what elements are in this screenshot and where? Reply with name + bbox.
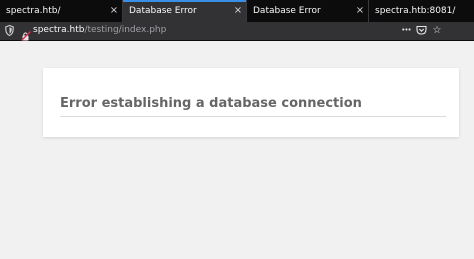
navigation-toolbar: spectra.htb/testing/index.php ••• ☆	[0, 22, 474, 41]
error-card: Error establishing a database connection	[43, 68, 459, 137]
url-path: /testing/index.php	[84, 25, 167, 35]
tab-title: Database Error	[129, 6, 197, 16]
close-icon[interactable]: ×	[352, 0, 368, 22]
close-icon[interactable]: ×	[106, 0, 122, 22]
tab-database-error[interactable]: Database Error ×	[247, 0, 369, 22]
shield-icon[interactable]	[5, 24, 14, 37]
bookmark-star-icon[interactable]: ☆	[431, 24, 443, 37]
error-heading: Error establishing a database connection	[60, 96, 362, 111]
pocket-icon[interactable]	[415, 24, 427, 37]
tab-title: spectra.htb/	[6, 6, 61, 16]
url-field[interactable]: spectra.htb/testing/index.php	[33, 24, 166, 37]
heading-divider	[60, 116, 446, 117]
page-actions-icon[interactable]: •••	[399, 24, 413, 37]
tab-spectra-8081[interactable]: spectra.htb:8081/	[369, 0, 474, 22]
insecure-lock-icon[interactable]	[21, 26, 31, 41]
tab-database-error-active[interactable]: Database Error ×	[123, 0, 247, 22]
tab-title: spectra.htb:8081/	[375, 6, 456, 16]
close-icon[interactable]: ×	[230, 0, 246, 22]
tab-title: Database Error	[253, 6, 321, 16]
tab-spectra-home[interactable]: spectra.htb/ ×	[0, 0, 123, 22]
tab-strip: spectra.htb/ × Database Error × Database…	[0, 0, 474, 22]
url-domain: spectra.htb	[33, 25, 85, 35]
